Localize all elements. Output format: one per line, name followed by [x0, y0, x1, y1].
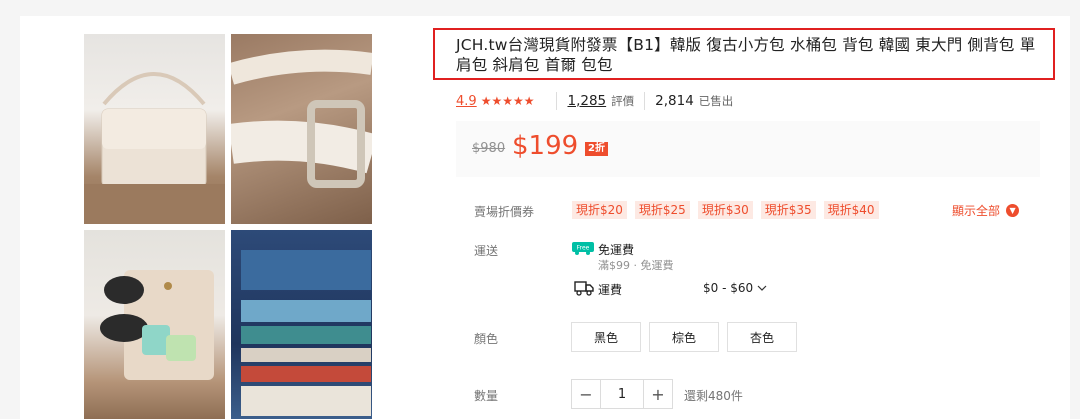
quantity-label: 數量 [474, 389, 499, 403]
chevron-down-icon: ▼ [1006, 204, 1020, 217]
price-box: $980 $199 2折 [456, 121, 1040, 177]
divider [556, 92, 558, 110]
free-shipping-icon: Free [572, 242, 594, 255]
product-image-4[interactable] [231, 230, 372, 419]
show-all-label: 顯示全部 [952, 204, 1001, 218]
product-image-1[interactable] [84, 34, 225, 224]
free-shipping-title: 免運費 [598, 243, 635, 257]
voucher-tag[interactable]: 現折$25 [634, 201, 690, 219]
quantity-stepper: − 1 + [571, 379, 673, 409]
quantity-input[interactable]: 1 [600, 380, 644, 408]
vouchers-label: 賣場折價券 [474, 205, 535, 219]
free-shipping-condition: 滿$99 · 免運費 [598, 259, 674, 272]
chevron-down-icon [757, 285, 767, 291]
rating-value[interactable]: 4.9 [456, 94, 477, 109]
current-price: $199 [512, 131, 579, 161]
stock-remaining: 還剩480件 [684, 389, 743, 403]
product-gallery [84, 34, 374, 419]
reviews-count[interactable]: 1,285 [567, 93, 606, 109]
shipping-fee-label: 運費 [598, 283, 623, 297]
show-all-vouchers-button[interactable]: 顯示全部 ▼ [952, 202, 1020, 219]
shipping-fee-range: $0 - $60 [703, 281, 754, 295]
product-image-2[interactable] [231, 34, 372, 224]
rating-row: 4.9 ★★★★★ 1,285 評價 2,814 已售出 [456, 92, 733, 110]
sold-count: 2,814 [655, 93, 694, 109]
shipping-fee-dropdown[interactable]: $0 - $60 [703, 281, 767, 295]
free-badge-text: Free [577, 245, 590, 252]
color-label: 顏色 [474, 332, 499, 346]
increase-quantity-button[interactable]: + [644, 380, 672, 408]
voucher-tag[interactable]: 現折$40 [823, 201, 879, 219]
divider [644, 92, 646, 110]
discount-badge: 2折 [585, 142, 608, 156]
reviews-label: 評價 [611, 94, 635, 108]
decrease-quantity-button[interactable]: − [572, 380, 600, 408]
product-image-3[interactable] [84, 230, 225, 419]
voucher-list: 現折$20 現折$25 現折$30 現折$35 現折$40 [572, 201, 879, 219]
color-option-black[interactable]: 黑色 [571, 322, 641, 352]
original-price: $980 [472, 141, 506, 156]
shipping-label: 運送 [474, 244, 499, 258]
color-option-apricot[interactable]: 杏色 [727, 322, 797, 352]
truck-icon [574, 281, 594, 296]
star-rating-icon: ★★★★★ [480, 94, 535, 108]
voucher-tag[interactable]: 現折$35 [760, 201, 816, 219]
product-title: JCH.tw台灣現貨附發票【B1】韓版 復古小方包 水桶包 背包 韓國 東大門 … [456, 36, 1036, 74]
color-options: 黑色 棕色 杏色 [571, 322, 797, 352]
voucher-tag[interactable]: 現折$30 [697, 201, 753, 219]
color-option-brown[interactable]: 棕色 [649, 322, 719, 352]
voucher-tag[interactable]: 現折$20 [572, 201, 627, 219]
sold-label: 已售出 [698, 94, 734, 108]
